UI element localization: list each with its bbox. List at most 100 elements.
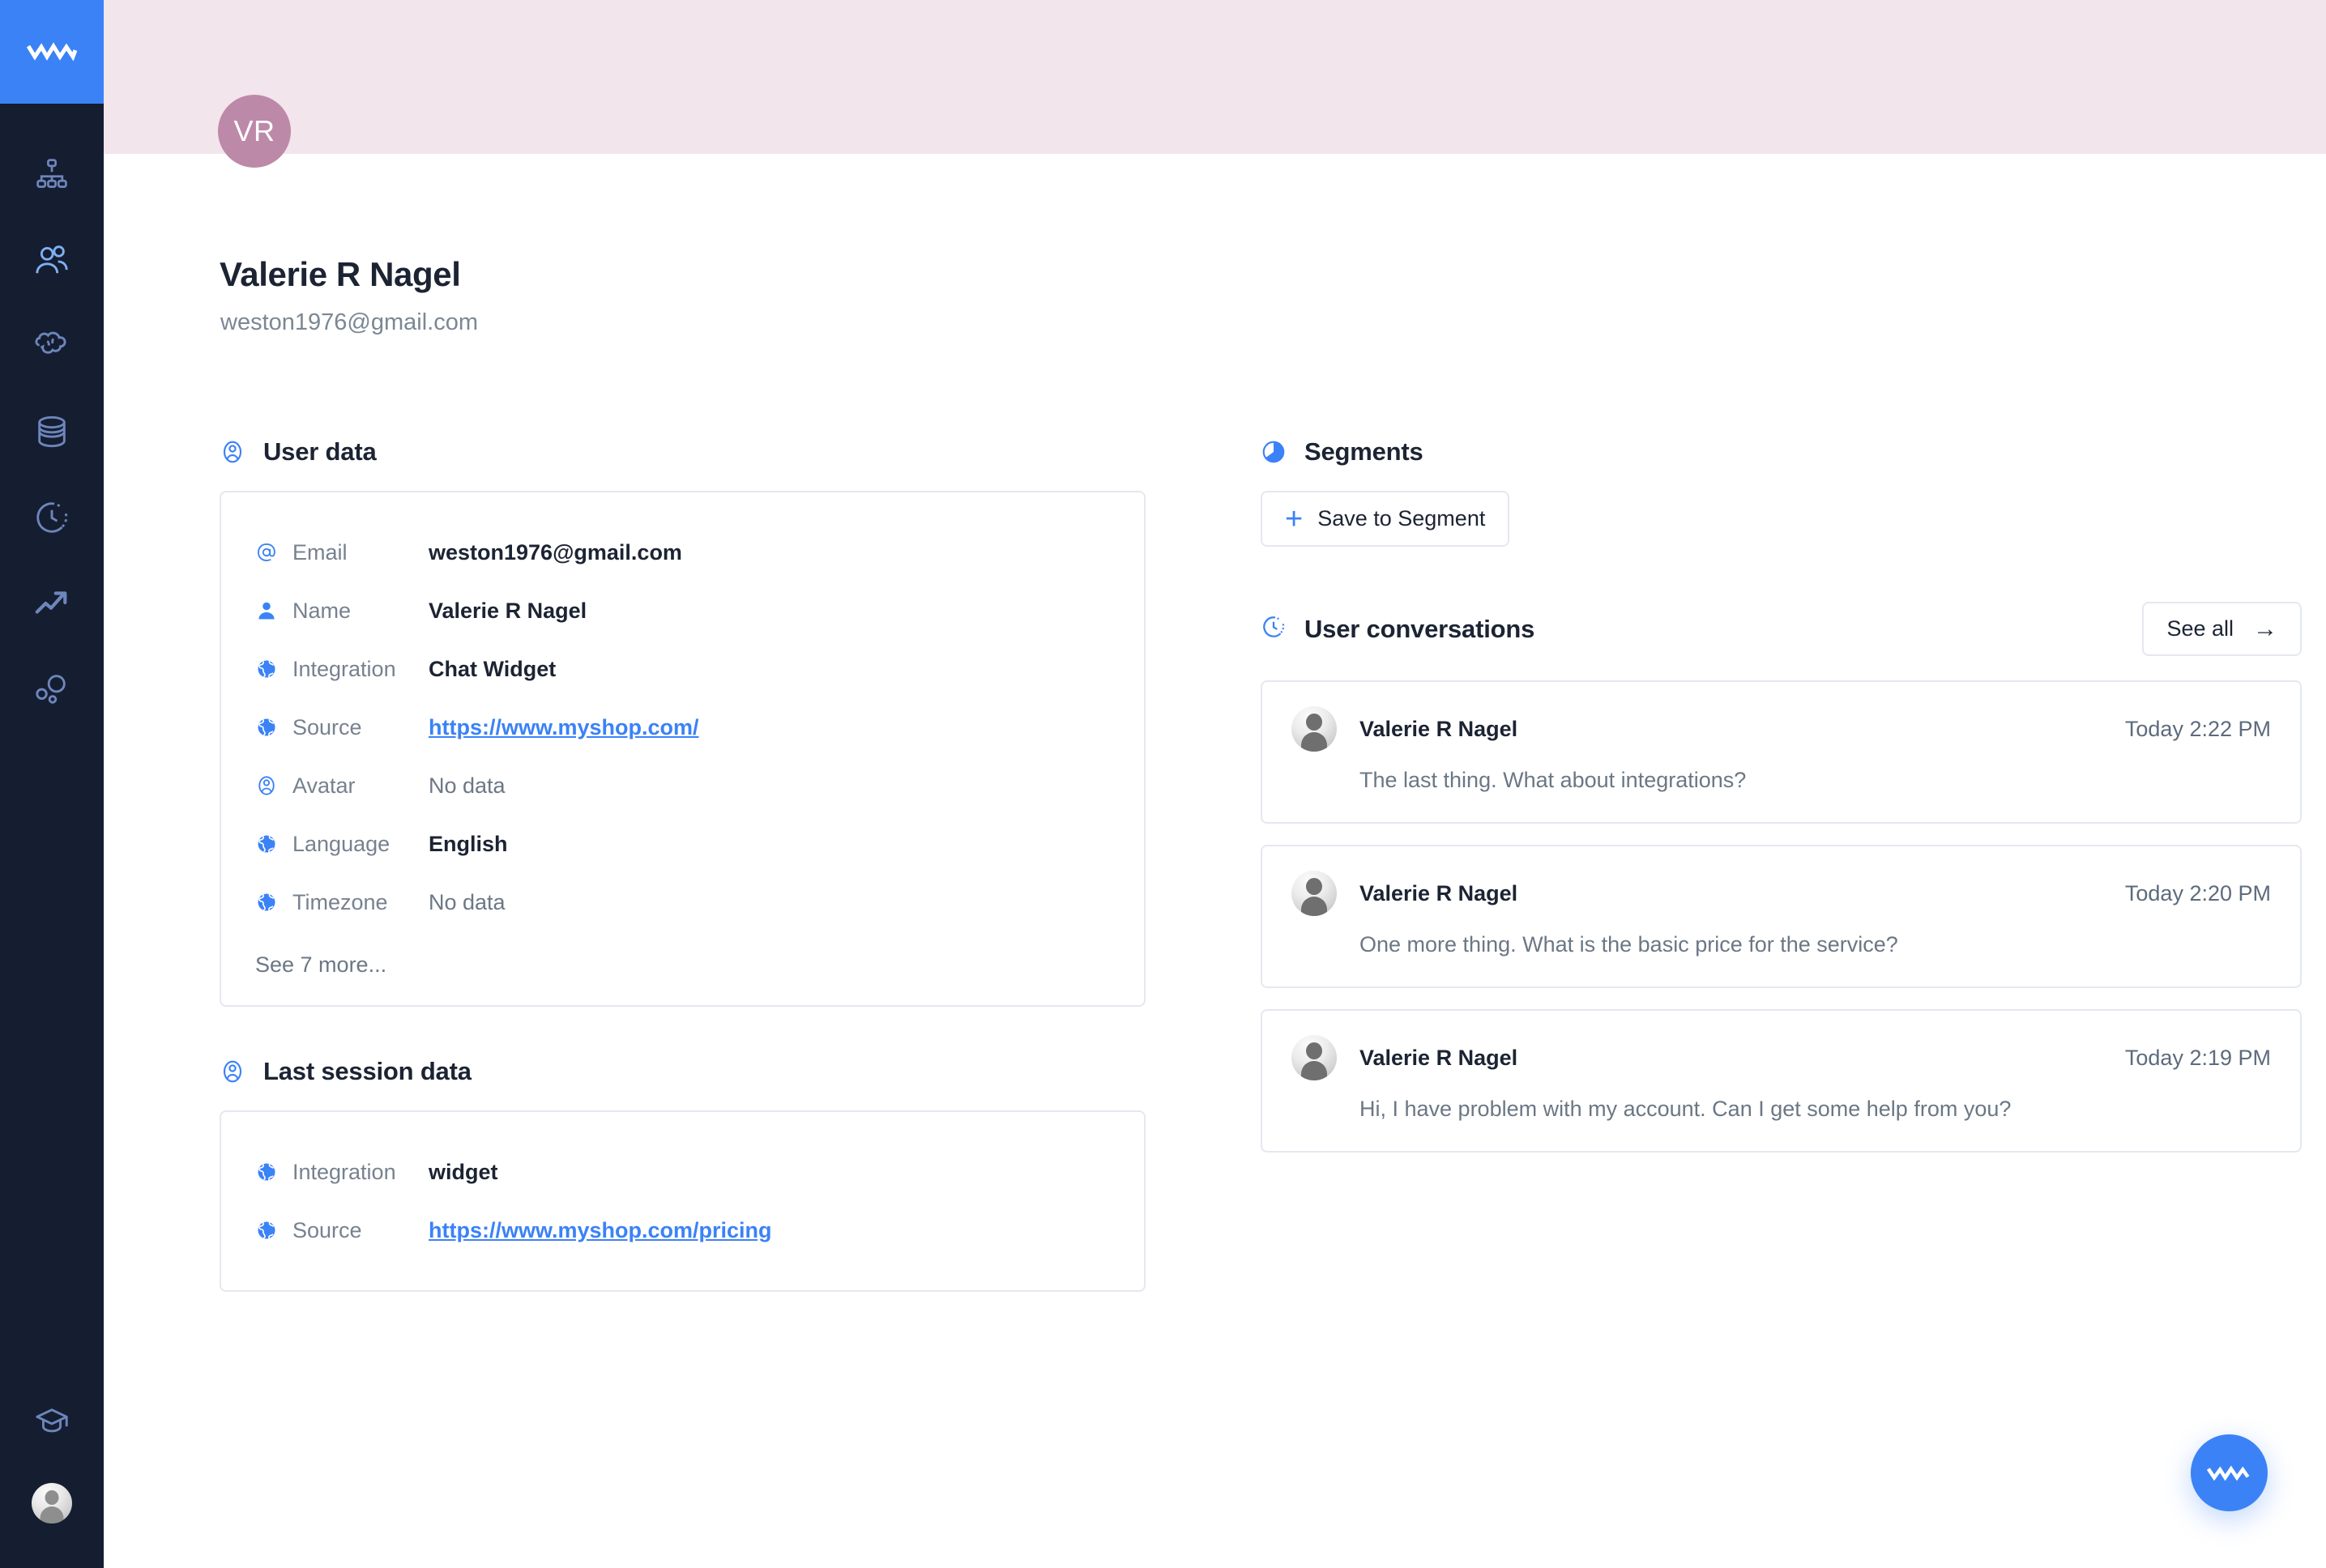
user-data-section-header: User data (220, 437, 1146, 467)
segments-section-header: Segments (1261, 437, 2302, 467)
sidebar-item-segments[interactable] (0, 646, 104, 732)
main-content: VR Valerie R Nagel weston1976@gmail.com … (104, 0, 2326, 1568)
data-row-link[interactable]: https://www.myshop.com/ (429, 715, 699, 740)
sidebar-bottom (0, 1382, 104, 1568)
conversation-user-name: Valerie R Nagel (1359, 880, 1518, 905)
data-row: Language English (255, 815, 1110, 873)
sidebar-item-data[interactable] (0, 389, 104, 475)
conversations-header-left: User conversations (1261, 614, 1534, 644)
chat-bubble-icon (35, 331, 66, 354)
conversation-timestamp: Today 2:22 PM (2124, 716, 2271, 741)
conversation-message: Hi, I have problem with my account. Can … (1359, 1097, 2012, 1122)
left-column: User data Email weston1976@gmail.com Name V… (220, 437, 1146, 1292)
segments-title: Segments (1304, 437, 1423, 466)
globe-icon (255, 1219, 292, 1242)
sidebar-item-history[interactable] (0, 475, 104, 560)
profile-avatar: VR (218, 95, 291, 168)
user-data-card: Email weston1976@gmail.com Name Valerie R N… (220, 491, 1146, 1007)
conversations-title: User conversations (1304, 614, 1535, 643)
data-row-link[interactable]: https://www.myshop.com/pricing (429, 1218, 772, 1243)
conversation-user-name: Valerie R Nagel (1359, 716, 1518, 741)
last-session-card: Integration widget Source https://www.mysho… (220, 1110, 1146, 1292)
sidebar-item-academy[interactable] (0, 1382, 104, 1463)
conversation-timestamp: Today 2:19 PM (2124, 1045, 2271, 1070)
data-row: Integration widget (255, 1143, 1110, 1201)
globe-icon (255, 1161, 292, 1183)
sidebar-item-org-chart[interactable] (0, 131, 104, 217)
plus-icon: + (1285, 501, 1304, 536)
save-to-segment-label: Save to Segment (1317, 506, 1486, 530)
sidebar-nav (0, 131, 104, 732)
sidebar-item-analytics[interactable] (0, 560, 104, 646)
clock-history-icon (1261, 614, 1287, 644)
pie-chart-icon (1261, 439, 1287, 465)
data-row: Source https://www.myshop.com/ (255, 698, 1110, 756)
conversation-card-header: Valerie R Nagel Today 2:19 PM (1291, 1035, 2271, 1081)
last-session-section-header: Last session data (220, 1057, 1146, 1086)
conversation-message: One more thing. What is the basic price … (1359, 932, 1898, 957)
chat-launcher-button[interactable] (2191, 1434, 2268, 1511)
conversation-message: The last thing. What about integrations? (1359, 768, 1747, 792)
wave-logo-icon (2206, 1465, 2249, 1481)
data-row: Timezone No data (255, 873, 1110, 931)
conversation-card-header: Valerie R Nagel Today 2:22 PM (1291, 706, 2271, 752)
person-icon (255, 599, 292, 622)
bubbles-icon (36, 675, 66, 704)
see-all-label: See all (2166, 616, 2234, 641)
users-icon (36, 245, 68, 274)
save-to-segment-button[interactable]: + Save to Segment (1261, 491, 1510, 547)
org-chart-icon (36, 159, 67, 188)
conversation-card-header: Valerie R Nagel Today 2:20 PM (1291, 871, 2271, 917)
data-row: Integration Chat Widget (255, 640, 1110, 698)
sidebar-item-users[interactable] (0, 217, 104, 303)
wave-logo-icon (27, 42, 77, 62)
avatar (1291, 706, 1337, 752)
avatar (1291, 871, 1337, 917)
conversation-card[interactable]: Valerie R Nagel Today 2:20 PM One more thi… (1261, 845, 2302, 989)
globe-icon (255, 658, 292, 680)
data-row-value: No data (429, 773, 506, 798)
sidebar-item-chats[interactable] (0, 303, 104, 389)
data-row-key: Email (292, 539, 348, 565)
data-row-key: Integration (292, 656, 396, 681)
profile-email: weston1976@gmail.com (220, 309, 478, 335)
profile-banner (104, 0, 2326, 154)
user-avatar-icon[interactable] (32, 1483, 72, 1523)
arrow-right-icon: → (2253, 615, 2277, 642)
sidebar-item-account[interactable] (0, 1463, 104, 1544)
content-columns: User data Email weston1976@gmail.com Name V… (104, 437, 2326, 1568)
conversation-timestamp: Today 2:20 PM (2124, 880, 2271, 905)
user-data-rows: Email weston1976@gmail.com Name Valerie R N… (221, 492, 1144, 1005)
data-row-key: Name (292, 598, 352, 623)
data-row-key: Timezone (292, 889, 388, 914)
right-column: Segments + Save to Segment User conversa… (1261, 437, 2302, 1174)
data-row: Email weston1976@gmail.com (255, 523, 1110, 582)
graduation-cap-icon (36, 1408, 68, 1433)
app-logo[interactable] (0, 0, 104, 104)
segments-spacer (1261, 547, 2302, 602)
avatar (1291, 1035, 1337, 1081)
see-more-link[interactable]: See 7 more... (255, 952, 1110, 978)
conversation-card[interactable]: Valerie R Nagel Today 2:22 PM The last thi… (1261, 680, 2302, 824)
app-root: VR Valerie R Nagel weston1976@gmail.com … (0, 0, 2326, 1568)
data-row-key: Source (292, 714, 362, 739)
data-row-value: No data (429, 889, 506, 914)
conversation-user-name: Valerie R Nagel (1359, 1045, 1518, 1070)
conversation-card[interactable]: Valerie R Nagel Today 2:19 PM Hi, I have p… (1261, 1009, 2302, 1153)
conversation-list: Valerie R Nagel Today 2:22 PM The last thi… (1261, 680, 2302, 1153)
user-circle-icon (220, 1059, 245, 1084)
globe-icon (255, 833, 292, 855)
user-circle-icon (255, 774, 292, 797)
user-circle-icon (220, 439, 245, 465)
see-all-button[interactable]: See all → (2142, 602, 2302, 656)
conversations-section-header: User conversations See all → (1261, 602, 2302, 656)
data-row: Avatar No data (255, 756, 1110, 815)
data-row-key: Avatar (292, 773, 356, 798)
globe-icon (255, 716, 292, 739)
user-data-title: User data (263, 437, 377, 466)
data-row-key: Integration (292, 1159, 396, 1184)
last-session-title: Last session data (263, 1057, 472, 1085)
data-row-value: Valerie R Nagel (429, 598, 587, 623)
data-row: Name Valerie R Nagel (255, 582, 1110, 640)
